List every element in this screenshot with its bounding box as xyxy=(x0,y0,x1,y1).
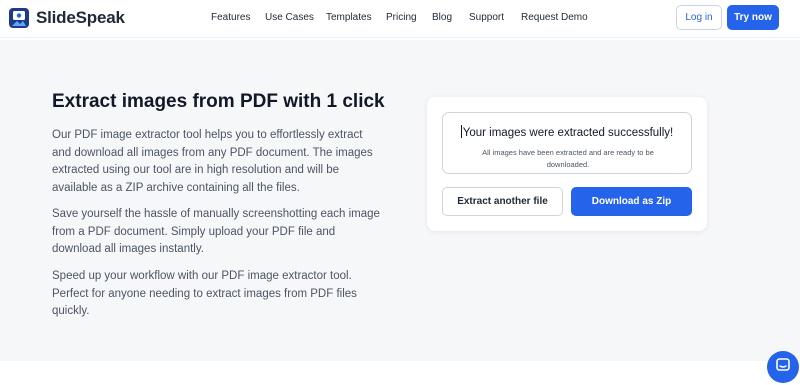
workflow-paragraph: Speed up your workflow with our PDF imag… xyxy=(52,270,357,317)
success-subtitle: All images have been extracted and are r… xyxy=(482,148,654,169)
success-title: Your images were extracted successfully! xyxy=(462,127,674,139)
chat-widget-button[interactable] xyxy=(767,351,799,383)
success-message-box: Your images were extracted successfully!… xyxy=(442,112,692,174)
text-cursor xyxy=(460,125,462,138)
nav-item-pricing[interactable]: Pricing xyxy=(386,12,417,23)
top-nav: SlideSpeak Features Use Cases Templates … xyxy=(0,0,800,38)
slidespeak-logo-icon xyxy=(8,7,30,29)
extract-another-button[interactable]: Extract another file xyxy=(442,187,563,216)
nav-item-request-demo[interactable]: Request Demo xyxy=(521,12,588,23)
nav-item-features[interactable]: Features xyxy=(211,12,250,23)
login-button[interactable]: Log in xyxy=(676,5,722,30)
download-zip-button[interactable]: Download as Zip xyxy=(571,187,692,216)
benefit-paragraph: Save yourself the hassle of manually scr… xyxy=(52,208,380,255)
nav-item-use-cases[interactable]: Use Cases xyxy=(265,12,314,23)
brand-name: SlideSpeak xyxy=(36,8,125,27)
intro-paragraph: Our PDF image extractor tool helps you t… xyxy=(52,129,373,194)
result-card: Your images were extracted successfully!… xyxy=(427,97,707,231)
chat-icon xyxy=(775,357,791,378)
nav-item-support[interactable]: Support xyxy=(469,12,504,23)
page-title: Extract images from PDF with 1 click xyxy=(52,91,385,112)
nav-item-blog[interactable]: Blog xyxy=(432,12,452,23)
nav-item-templates[interactable]: Templates xyxy=(326,12,372,23)
brand-logo[interactable]: SlideSpeak xyxy=(8,7,125,29)
try-now-button[interactable]: Try now xyxy=(727,5,779,30)
